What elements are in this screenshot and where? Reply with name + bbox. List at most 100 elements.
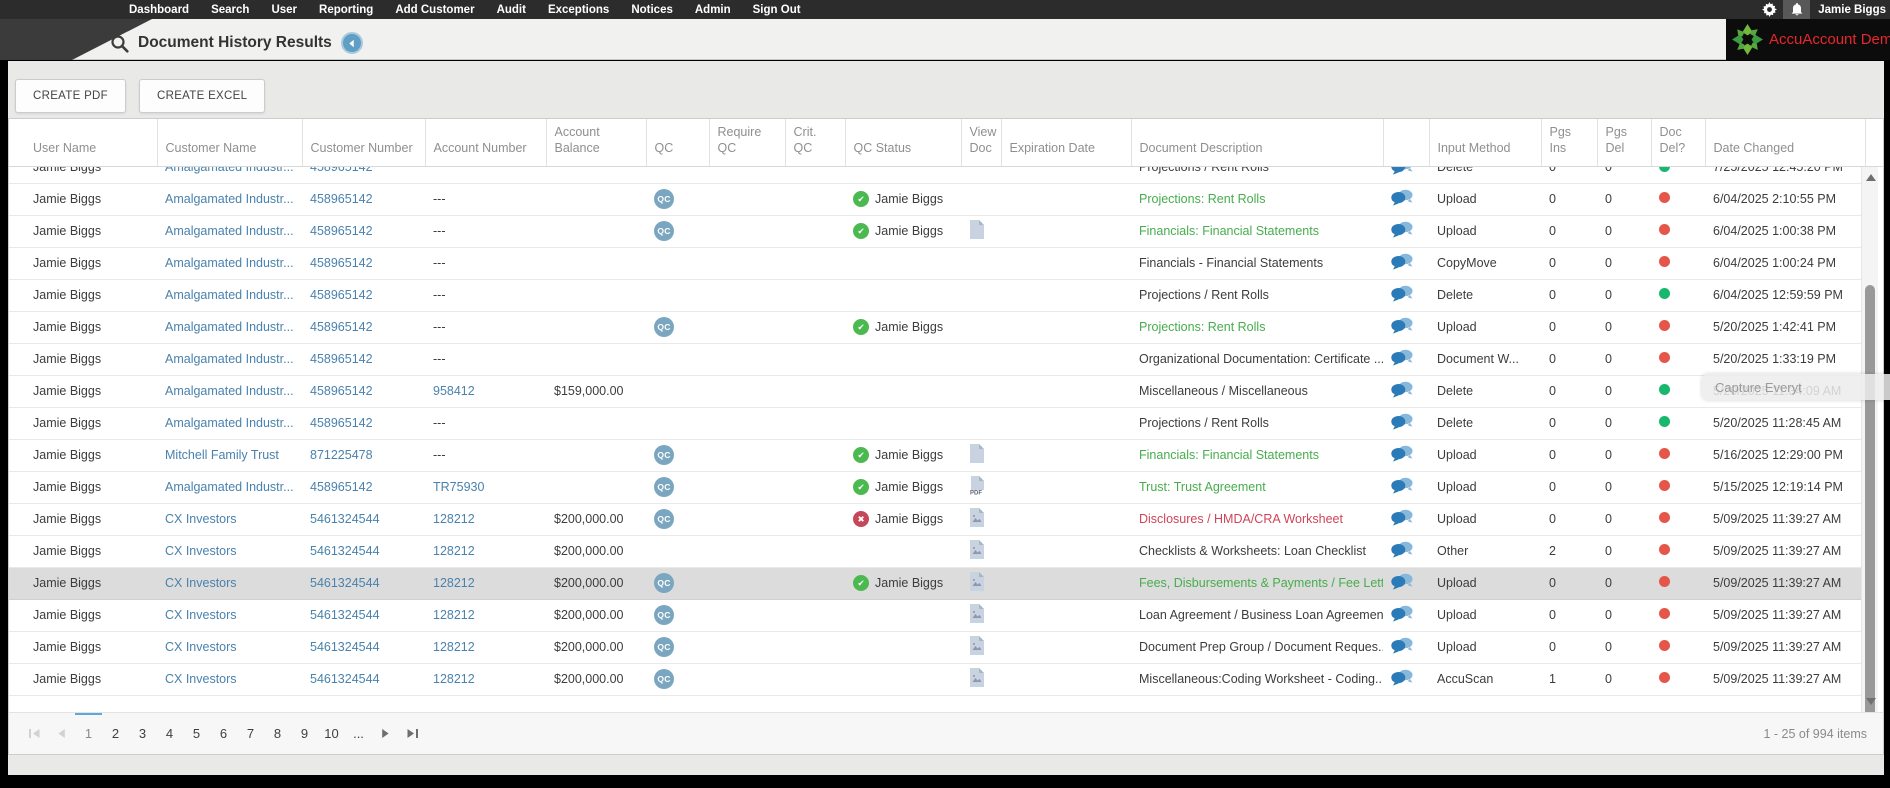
chat-bubbles-icon[interactable] — [1391, 221, 1413, 238]
table-row[interactable]: Jamie Biggs Amalgamated Industr... 4589651… — [9, 471, 1866, 504]
customer-name-link[interactable]: Amalgamated Industr... — [165, 384, 294, 398]
pager-page-4[interactable]: 4 — [156, 713, 183, 755]
customer-number-link[interactable]: 871225478 — [310, 448, 373, 462]
col-account-number[interactable]: Account Number — [425, 119, 547, 167]
view-doc-img-icon[interactable] — [969, 636, 984, 655]
table-row[interactable]: Jamie Biggs Amalgamated Industr... 4589651… — [9, 247, 1866, 280]
customer-name-link[interactable]: Amalgamated Industr... — [165, 192, 294, 206]
document-description[interactable]: Projections / Rent Rolls — [1139, 416, 1269, 430]
nav-item-admin[interactable]: Admin — [684, 4, 742, 16]
customer-number-link[interactable]: 458965142 — [310, 384, 373, 398]
account-number-link[interactable]: 128212 — [433, 576, 475, 590]
chat-bubbles-icon[interactable] — [1391, 573, 1413, 590]
account-number-link[interactable]: 128212 — [433, 544, 475, 558]
customer-name-link[interactable]: Amalgamated Industr... — [165, 416, 294, 430]
chat-bubbles-icon[interactable] — [1391, 637, 1413, 654]
qc-badge[interactable]: QC — [654, 477, 674, 497]
document-description[interactable]: Financials - Financial Statements — [1139, 256, 1323, 270]
col-qc-status[interactable]: QC Status — [845, 119, 962, 167]
customer-number-link[interactable]: 5461324544 — [310, 576, 380, 590]
qc-badge[interactable]: QC — [654, 605, 674, 625]
nav-item-search[interactable]: Search — [200, 4, 260, 16]
table-row[interactable]: Jamie Biggs CX Investors 5461324544 128212 $… — [9, 599, 1866, 632]
col-expiration-date[interactable]: Expiration Date — [1001, 119, 1132, 167]
account-number-link[interactable]: 128212 — [433, 640, 475, 654]
document-description[interactable]: Financials: Financial Statements — [1139, 448, 1319, 462]
create-excel-button[interactable]: CREATE EXCEL — [139, 79, 266, 113]
document-description[interactable]: Projections / Rent Rolls — [1139, 166, 1269, 174]
col-pgs-del[interactable]: Pgs Del — [1597, 119, 1652, 167]
document-description[interactable]: Trust: Trust Agreement — [1139, 480, 1266, 494]
customer-number-link[interactable]: 5461324544 — [310, 512, 380, 526]
table-row[interactable]: Jamie Biggs Amalgamated Industr... 4589651… — [9, 375, 1866, 408]
customer-name-link[interactable]: Amalgamated Industr... — [165, 320, 294, 334]
chat-bubbles-icon[interactable] — [1391, 349, 1413, 366]
nav-item-reporting[interactable]: Reporting — [308, 4, 384, 16]
back-arrow-button[interactable] — [340, 32, 363, 54]
chat-bubbles-icon[interactable] — [1391, 445, 1413, 462]
col-document-description[interactable]: Document Description — [1131, 119, 1384, 167]
table-row[interactable]: Jamie Biggs Amalgamated Industr... 4589651… — [9, 311, 1866, 344]
table-row[interactable]: Jamie Biggs Amalgamated Industr... 4589651… — [9, 215, 1866, 248]
view-doc-img-icon[interactable] — [969, 540, 984, 559]
col-date-changed[interactable]: Date Changed — [1705, 119, 1866, 167]
document-description[interactable]: Projections / Rent Rolls — [1139, 288, 1269, 302]
view-doc-pdf-icon[interactable]: PDF — [969, 476, 985, 495]
col-customer-number[interactable]: Customer Number — [302, 119, 426, 167]
table-row[interactable]: Jamie Biggs Amalgamated Industr... 4589651… — [9, 183, 1866, 216]
create-pdf-button[interactable]: CREATE PDF — [15, 79, 126, 113]
qc-badge[interactable]: QC — [654, 317, 674, 337]
customer-name-link[interactable]: CX Investors — [165, 672, 237, 686]
customer-number-link[interactable]: 458965142 — [310, 256, 373, 270]
customer-name-link[interactable]: Amalgamated Industr... — [165, 224, 294, 238]
qc-badge[interactable]: QC — [654, 221, 674, 241]
chat-bubbles-icon[interactable] — [1391, 477, 1413, 494]
account-number-link[interactable]: 128212 — [433, 672, 475, 686]
col-account-balance[interactable]: Account Balance — [546, 119, 647, 167]
pager-page-9[interactable]: 9 — [291, 713, 318, 755]
document-description[interactable]: Organizational Documentation: Certificat… — [1139, 352, 1383, 366]
chat-bubbles-icon[interactable] — [1391, 413, 1413, 430]
table-row[interactable]: Jamie Biggs Amalgamated Industr... 4589651… — [9, 407, 1866, 440]
document-description[interactable]: Document Prep Group / Document Reques... — [1139, 640, 1383, 654]
chat-bubbles-icon[interactable] — [1391, 253, 1413, 270]
customer-name-link[interactable]: CX Investors — [165, 608, 237, 622]
nav-item-audit[interactable]: Audit — [486, 4, 537, 16]
col-input-method[interactable]: Input Method — [1429, 119, 1542, 167]
table-row[interactable]: Jamie Biggs Amalgamated Industr... 4589651… — [9, 166, 1866, 184]
customer-name-link[interactable]: Amalgamated Industr... — [165, 256, 294, 270]
pager-page-3[interactable]: 3 — [129, 713, 156, 755]
customer-number-link[interactable]: 5461324544 — [310, 608, 380, 622]
col-customer-name[interactable]: Customer Name — [157, 119, 303, 167]
pager-more-pages[interactable]: ... — [345, 713, 372, 755]
chat-bubbles-icon[interactable] — [1391, 605, 1413, 622]
col-user-name[interactable]: User Name — [9, 119, 158, 167]
pager-next-page-icon[interactable] — [372, 713, 399, 755]
nav-item-user[interactable]: User — [260, 4, 308, 16]
nav-item-notices[interactable]: Notices — [620, 4, 684, 16]
chat-bubbles-icon[interactable] — [1391, 285, 1413, 302]
pager-page-2[interactable]: 2 — [102, 713, 129, 755]
nav-item-exceptions[interactable]: Exceptions — [537, 4, 620, 16]
table-row[interactable]: Jamie Biggs CX Investors 5461324544 128212 $… — [9, 567, 1866, 600]
nav-item-sign-out[interactable]: Sign Out — [742, 4, 812, 16]
scrollbar-up-arrow[interactable] — [1866, 174, 1876, 181]
account-number-link[interactable]: 128212 — [433, 608, 475, 622]
nav-item-add-customer[interactable]: Add Customer — [384, 4, 485, 16]
customer-number-link[interactable]: 458965142 — [310, 320, 373, 334]
document-description[interactable]: Checklists & Worksheets: Loan Checklist — [1139, 544, 1366, 558]
qc-badge[interactable]: QC — [654, 509, 674, 529]
customer-name-link[interactable]: CX Investors — [165, 576, 237, 590]
table-row[interactable]: Jamie Biggs CX Investors 5461324544 128212 $… — [9, 663, 1866, 696]
table-row[interactable]: Jamie Biggs Amalgamated Industr... 4589651… — [9, 343, 1866, 376]
document-description[interactable]: Loan Agreement / Business Loan Agreement — [1139, 608, 1383, 622]
pager-page-7[interactable]: 7 — [237, 713, 264, 755]
table-row[interactable]: Jamie Biggs CX Investors 5461324544 128212 $… — [9, 503, 1866, 536]
customer-name-link[interactable]: Amalgamated Industr... — [165, 480, 294, 494]
document-description[interactable]: Disclosures / HMDA/CRA Worksheet — [1139, 512, 1343, 526]
table-row[interactable]: Jamie Biggs CX Investors 5461324544 128212 $… — [9, 535, 1866, 568]
customer-name-link[interactable]: Mitchell Family Trust — [165, 448, 279, 462]
document-description[interactable]: Fees, Disbursements & Payments / Fee Let… — [1139, 576, 1383, 590]
customer-number-link[interactable]: 458965142 — [310, 224, 373, 238]
customer-name-link[interactable]: Amalgamated Industr... — [165, 288, 294, 302]
